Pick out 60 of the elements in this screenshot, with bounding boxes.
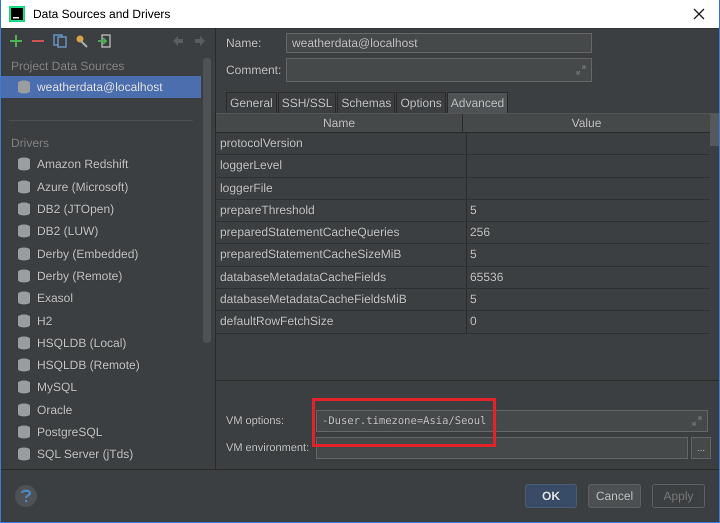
help-icon	[20, 489, 32, 503]
window-title: Data Sources and Drivers	[33, 7, 170, 21]
sidebar-item[interactable]: Derby (Remote)	[1, 264, 201, 288]
close-icon[interactable]	[693, 8, 705, 20]
help-button[interactable]	[15, 485, 37, 507]
database-icon	[17, 224, 31, 238]
vm-environment-label: VM environment:	[226, 442, 310, 454]
tab[interactable]: Schemas	[337, 92, 396, 113]
vm-options-field[interactable]: -Duser.timezone=Asia/Seoul	[316, 410, 708, 432]
database-icon	[17, 402, 31, 417]
sidebar-item[interactable]: DB2 (LUW)	[1, 220, 201, 242]
database-icon	[17, 157, 31, 172]
database-icon	[17, 380, 31, 394]
tab[interactable]: Options	[396, 92, 446, 113]
import-icon[interactable]	[97, 34, 111, 48]
app-icon	[9, 6, 25, 22]
database-icon	[17, 202, 31, 216]
section-header: Drivers	[10, 135, 50, 152]
database-icon	[17, 336, 31, 350]
database-icon	[17, 180, 31, 194]
sidebar-item[interactable]: HSQLDB (Remote)	[1, 354, 201, 376]
sidebar-item[interactable]: Exasol	[1, 287, 201, 310]
sidebar-item[interactable]: MySQL	[1, 376, 201, 399]
sidebar-item[interactable]: Oracle	[1, 398, 201, 421]
dialog-button[interactable]: Cancel	[588, 484, 641, 508]
sidebar-item[interactable]: PostgreSQL	[1, 420, 201, 444]
expand-icon[interactable]	[692, 416, 702, 426]
browse-button[interactable]: ...	[691, 437, 711, 459]
database-icon	[17, 358, 31, 372]
sidebar-item[interactable]: Derby (Embedded)	[1, 242, 201, 265]
expand-icon[interactable]	[576, 65, 586, 75]
sidebar-item[interactable]: H2	[1, 309, 201, 332]
name-field[interactable]: weatherdata@localhost	[286, 33, 592, 53]
sidebar-item[interactable]: weatherdata@localhost	[1, 76, 201, 98]
section-header: Project Data Sources	[10, 58, 126, 75]
tab[interactable]: SSH/SSL	[278, 92, 336, 113]
sidebar-item[interactable]: HSQLDB (Local)	[1, 332, 201, 354]
name-label: Name:	[226, 36, 262, 50]
sidebar-item[interactable]: DB2 (JTOpen)	[1, 198, 201, 220]
database-icon	[17, 268, 31, 283]
database-icon	[17, 291, 31, 306]
sidebar-item[interactable]: SQL Server (jTds)	[1, 443, 201, 466]
vm-options-label: VM options:	[226, 415, 286, 427]
tab[interactable]: Advanced	[446, 92, 508, 113]
sidebar-item[interactable]: Azure (Microsoft)	[1, 176, 201, 198]
column-header[interactable]: Name	[216, 114, 463, 132]
vm-environment-field[interactable]	[316, 437, 688, 459]
database-icon	[17, 80, 31, 94]
comment-field[interactable]	[286, 58, 592, 82]
database-icon	[17, 246, 31, 261]
comment-label: Comment:	[226, 63, 282, 77]
database-icon	[17, 314, 31, 328]
tab[interactable]: General	[226, 92, 277, 113]
copy-icon[interactable]	[53, 34, 67, 48]
sidebar-item[interactable]: Amazon Redshift	[1, 153, 201, 176]
database-icon	[17, 425, 31, 439]
dialog-button[interactable]: OK	[525, 484, 577, 508]
database-icon	[17, 447, 31, 462]
column-header[interactable]: Value	[463, 114, 710, 132]
add-icon[interactable]	[9, 34, 23, 48]
